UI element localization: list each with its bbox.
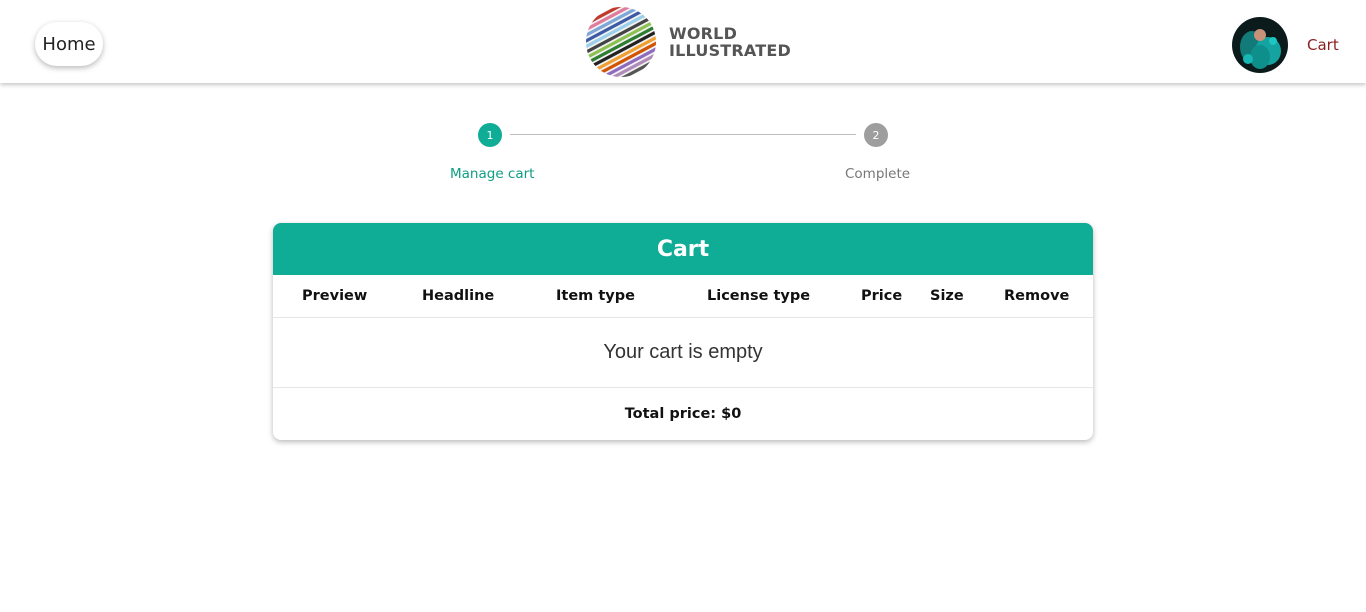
column-preview: Preview bbox=[302, 288, 368, 304]
cart-table-header: Preview Headline Item type License type … bbox=[273, 275, 1093, 318]
step-2-indicator: 2 bbox=[864, 123, 888, 147]
column-headline: Headline bbox=[422, 288, 495, 304]
checkout-stepper: 1 2 Manage cart Complete bbox=[430, 122, 950, 192]
column-price: Price bbox=[861, 288, 903, 304]
column-size: Size bbox=[930, 288, 964, 304]
column-license-type: License type bbox=[707, 288, 811, 304]
globe-logo-icon bbox=[586, 6, 656, 77]
home-button[interactable]: Home bbox=[35, 22, 103, 66]
logo-text: WORLD ILLUSTRATED bbox=[669, 25, 791, 59]
column-remove: Remove bbox=[1004, 288, 1070, 304]
step-1-indicator: 1 bbox=[478, 123, 502, 147]
cart-title: Cart bbox=[273, 223, 1093, 275]
step-1-label: Manage cart bbox=[450, 166, 535, 182]
logo-line-1: WORLD bbox=[669, 23, 738, 43]
column-item-type: Item type bbox=[556, 288, 635, 304]
avatar-image-icon bbox=[1232, 17, 1288, 73]
logo-line-2: ILLUSTRATED bbox=[669, 40, 791, 60]
step-2-label: Complete bbox=[845, 166, 911, 182]
empty-cart-message: Your cart is empty bbox=[273, 318, 1093, 388]
cart-link[interactable]: Cart bbox=[1307, 36, 1339, 54]
stepper-connector bbox=[510, 134, 856, 135]
total-price: Total price: $0 bbox=[624, 406, 742, 422]
top-bar: Home WORLD ILLUSTRATED Cart bbox=[0, 0, 1366, 83]
brand-logo[interactable]: WORLD ILLUSTRATED bbox=[585, 5, 791, 78]
cart-card: Cart Preview Headline Item type License … bbox=[273, 223, 1093, 440]
user-avatar[interactable] bbox=[1232, 17, 1288, 73]
